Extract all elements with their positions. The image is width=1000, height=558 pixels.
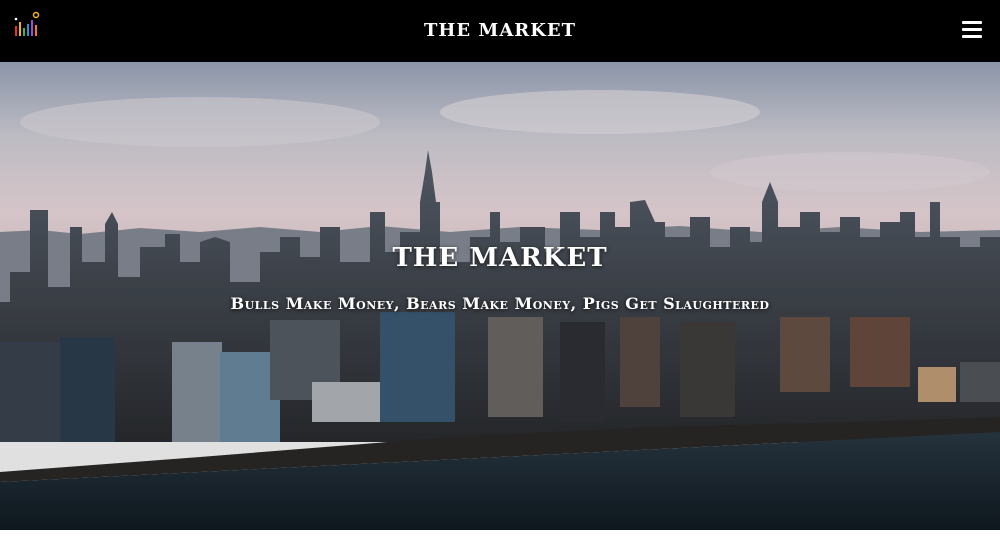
menu-bar xyxy=(962,35,982,38)
hamburger-menu-icon[interactable] xyxy=(958,17,986,45)
hero-banner: THE MARKET Bulls Make Money, Bears Make … xyxy=(0,62,1000,530)
menu-bar xyxy=(962,21,982,24)
hero-tagline: Bulls Make Money, Bears Make Money, Pigs… xyxy=(230,294,770,313)
site-brand-title[interactable]: THE MARKET xyxy=(0,20,1000,42)
menu-bar xyxy=(962,28,982,31)
top-navbar: THE MARKET xyxy=(0,0,1000,62)
hero-title: THE MARKET xyxy=(392,243,608,273)
